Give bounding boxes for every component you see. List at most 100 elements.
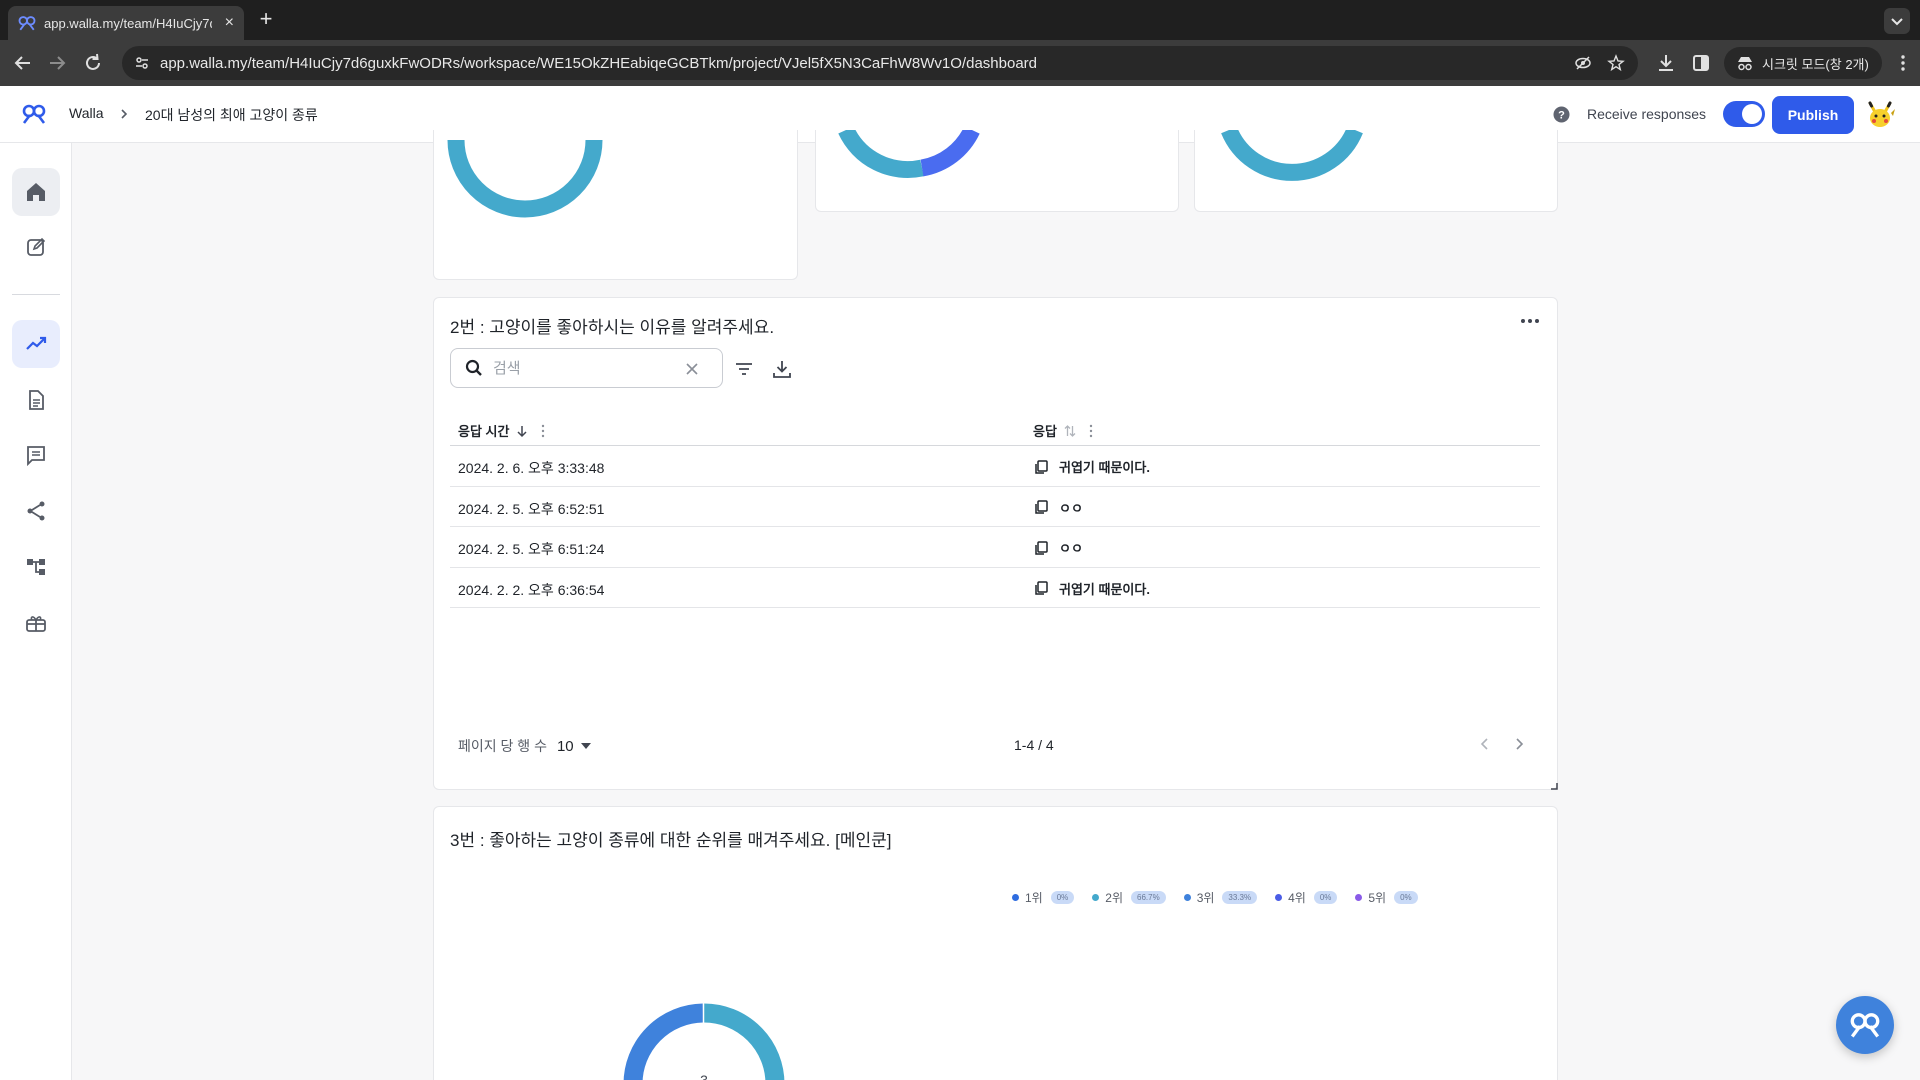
browser-toolbar: app.walla.my/team/H4IuCjy7d6guxkFwODRs/w… [0, 40, 1920, 86]
legend-item[interactable]: 3위 33.3% [1183, 889, 1258, 906]
close-tab-icon[interactable]: × [225, 14, 234, 32]
column-header-time[interactable]: 응답 시간 [458, 421, 545, 440]
column-menu-icon[interactable] [1089, 424, 1093, 438]
legend-dot [1012, 894, 1019, 901]
rows-per-page-label: 페이지 당 행 수 [458, 738, 547, 754]
filter-icon[interactable] [734, 359, 754, 379]
trend-chart-icon [26, 336, 47, 350]
legend-dot [1092, 894, 1100, 901]
sidebar-item-share[interactable] [12, 487, 60, 535]
publish-button[interactable]: Publish [1772, 96, 1854, 134]
browser-tab[interactable]: app.walla.my/team/H4IuCjy7d × [8, 6, 244, 40]
donut-arc-teal [1221, 130, 1363, 181]
site-settings-icon[interactable] [134, 55, 150, 71]
forward-arrow-icon[interactable] [46, 52, 68, 74]
address-bar[interactable]: app.walla.my/team/H4IuCjy7d6guxkFwODRs/w… [122, 46, 1638, 80]
column-header-response[interactable]: 응답 [1033, 421, 1093, 440]
copy-icon[interactable] [1033, 499, 1049, 515]
column-menu-icon[interactable] [541, 424, 545, 438]
breadcrumb-project[interactable]: 20대 남성의 최애 고양이 종류 [145, 105, 318, 125]
document-icon [29, 390, 44, 410]
question-1-chart-card [433, 130, 798, 280]
workflow-icon [27, 559, 45, 575]
question-3-title: 3번 : 좋아하는 고양이 종류에 대한 순위를 매겨주세요. [메인쿤] [450, 831, 892, 850]
sort-both-icon[interactable] [1063, 424, 1077, 438]
response-text: ㅇㅇ [1059, 500, 1083, 516]
legend-dot [1275, 894, 1283, 901]
response-time-cell: 2024. 2. 6. 오후 3:33:48 [458, 460, 605, 476]
breadcrumb-root[interactable]: Walla [69, 105, 104, 121]
donut-slice-3rd[interactable] [623, 1003, 704, 1080]
sidebar-item-rewards[interactable] [12, 599, 60, 647]
search-input[interactable] [493, 359, 673, 377]
donut-chart-partial-3 [1221, 130, 1363, 181]
next-page-icon[interactable] [1511, 736, 1527, 752]
sidebar-divider [12, 294, 60, 295]
table-row[interactable]: 2024. 2. 5. 오후 6:52:51 ㅇㅇ [450, 487, 1540, 527]
question-2-title: 2번 : 고양이를 좋아하시는 이유를 알려주세요. [450, 318, 775, 337]
copy-icon[interactable] [1033, 459, 1049, 475]
sidebar-item-home[interactable] [12, 168, 60, 216]
response-cell: ㅇㅇ [1033, 538, 1083, 557]
table-row[interactable]: 2024. 2. 2. 오후 6:36:54 귀엽기 때문이다. [450, 568, 1540, 608]
sidebar-item-edit[interactable] [12, 223, 60, 271]
legend-item[interactable]: 4위 0% [1275, 889, 1338, 906]
browser-tab-bar: app.walla.my/team/H4IuCjy7d × + [0, 0, 1920, 40]
table-row[interactable]: 2024. 2. 5. 오후 6:51:24 ㅇㅇ [450, 527, 1540, 568]
clear-search-icon[interactable] [684, 361, 700, 377]
donut-slice-2nd[interactable] [703, 1003, 785, 1080]
sidebar-item-document[interactable] [12, 376, 60, 424]
back-arrow-icon[interactable] [12, 52, 34, 74]
responses-table: 응답 시간 응답 2024. 2. 6. 오후 3:33:48 귀엽기 때문이다… [450, 410, 1540, 608]
legend-label: 1위 [1025, 891, 1043, 905]
reload-icon[interactable] [82, 52, 104, 74]
response-time-cell: 2024. 2. 5. 오후 6:52:51 [458, 500, 605, 517]
legend-percent-badge: 0% [1313, 891, 1338, 904]
rows-per-page-select[interactable]: 10 [557, 738, 574, 755]
search-box[interactable] [450, 348, 723, 388]
sidebar-item-integrations[interactable] [12, 543, 60, 591]
share-icon [27, 501, 45, 521]
download-icon[interactable] [1655, 52, 1677, 74]
table-header: 응답 시간 응답 [450, 410, 1540, 446]
donut-center-value: 3 [700, 1072, 708, 1080]
question-2-card: 2번 : 고양이를 좋아하시는 이유를 알려주세요. 응답 시간 응답 2024… [433, 297, 1558, 790]
help-icon[interactable]: ? [1553, 106, 1570, 123]
incognito-indicator[interactable]: 시크릿 모드(창 2개) [1724, 47, 1882, 79]
receive-responses-toggle[interactable] [1723, 101, 1765, 127]
download-icon[interactable] [772, 359, 792, 379]
eye-off-icon[interactable] [1574, 54, 1592, 72]
tab-search-button[interactable] [1884, 8, 1910, 34]
legend-item[interactable]: 5위 0% [1355, 889, 1418, 906]
legend-label: 5위 [1368, 891, 1387, 905]
more-options-icon[interactable] [1519, 316, 1541, 326]
copy-icon[interactable] [1033, 580, 1049, 596]
donut-arc-teal [838, 130, 924, 178]
legend-item[interactable]: 2위 66.7% [1092, 889, 1166, 906]
sidebar-item-responses[interactable] [12, 431, 60, 479]
walla-logo-icon [1850, 1013, 1880, 1038]
sidebar-item-dashboard[interactable] [12, 320, 60, 368]
user-avatar[interactable] [1864, 99, 1896, 131]
toggle-knob [1742, 104, 1762, 124]
chart-card-2 [815, 130, 1179, 212]
copy-icon[interactable] [1033, 540, 1049, 556]
legend-percent-badge: 0% [1050, 891, 1075, 904]
donut-chart: 3 [623, 1003, 785, 1080]
sort-desc-icon[interactable] [515, 424, 529, 438]
bookmark-star-icon[interactable] [1607, 54, 1625, 72]
side-panel-icon[interactable] [1690, 52, 1712, 74]
prev-page-icon[interactable] [1477, 736, 1493, 752]
walla-logo-icon[interactable] [22, 103, 46, 125]
walla-help-fab[interactable] [1836, 996, 1894, 1054]
browser-menu-icon[interactable] [1900, 54, 1906, 72]
caret-down-icon[interactable] [580, 742, 592, 750]
legend-item[interactable]: 1위 0% [1012, 889, 1075, 906]
resize-handle-icon[interactable] [1551, 783, 1558, 790]
column-header-time-label: 응답 시간 [458, 424, 510, 439]
legend-label: 3위 [1196, 891, 1215, 905]
new-tab-icon[interactable]: + [254, 8, 278, 32]
table-row[interactable]: 2024. 2. 6. 오후 3:33:48 귀엽기 때문이다. [450, 446, 1540, 487]
chart-legend: 1위 0% 2위 66.7% 3위 33.3% 4위 0% 5위 0% [1012, 889, 1436, 906]
svg-text:?: ? [1558, 110, 1565, 122]
